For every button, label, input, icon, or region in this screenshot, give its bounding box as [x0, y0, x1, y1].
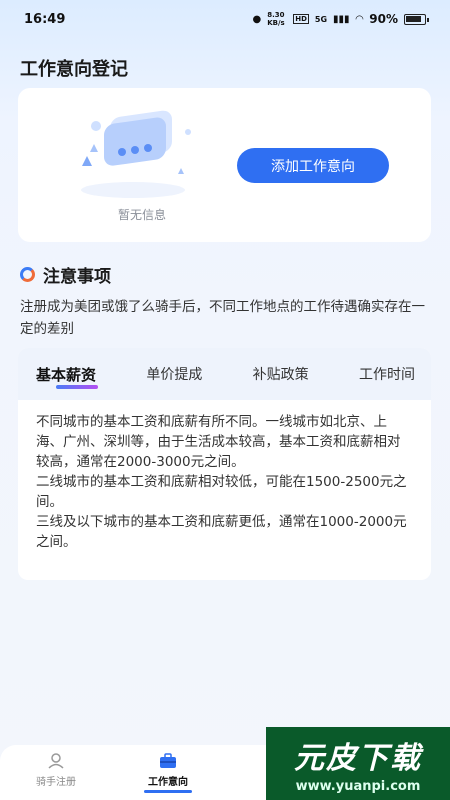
notice-description: 注册成为美团或饿了么骑手后，不同工作地点的工作待遇确实存在一定的差别: [20, 299, 425, 337]
nav-item-work-intent[interactable]: 工作意向: [112, 745, 224, 800]
tab-unit-commission[interactable]: 单价提成: [146, 364, 202, 384]
watermark-main: 元皮下载: [294, 741, 422, 776]
ring-icon: [20, 267, 35, 282]
signal-label: 5G: [314, 14, 328, 24]
status-icons: ● 8.30 KB/s HD 5G ▮▮▮ ◠ 90%: [252, 11, 429, 27]
add-work-intent-button[interactable]: 添加工作意向: [237, 148, 389, 183]
active-nav-indicator: [144, 790, 192, 793]
battery-percent: 90%: [369, 12, 398, 26]
content-paragraph: 不同城市的基本工资和底薪有所不同。一线城市如北京、上海、广州、深圳等，由于生活成…: [36, 414, 401, 470]
nav-label: 工作意向: [148, 777, 188, 788]
wifi-icon: ◠: [355, 13, 364, 25]
tabs-bar: 基本薪资 单价提成 补贴政策 工作时间: [18, 348, 431, 400]
net-speed: 8.30 KB/s: [267, 11, 285, 27]
tab-label: 基本薪资: [36, 365, 97, 384]
watermark-logo: 元皮下载 www.yuanpi.com: [266, 727, 450, 800]
tab-basic-salary[interactable]: 基本薪资: [36, 364, 98, 389]
nav-label: 骑手注册: [36, 777, 76, 788]
nav-item-rider-register[interactable]: 骑手注册: [0, 745, 112, 800]
tab-subsidy-policy[interactable]: 补贴政策: [253, 364, 309, 384]
status-bar: 16:49 ● 8.30 KB/s HD 5G ▮▮▮ ◠ 90%: [0, 0, 450, 38]
hd-badge: HD: [293, 14, 309, 24]
notice-title: 注意事项: [43, 267, 111, 287]
briefcase-icon: [160, 753, 176, 768]
tab-work-hours[interactable]: 工作时间: [359, 364, 415, 384]
salary-info-card: 基本薪资 单价提成 补贴政策 工作时间 不同城市的基本工资和底薪有所不同。一线城…: [18, 348, 431, 580]
notice-header: 注意事项: [20, 262, 111, 287]
content-paragraph: 二线城市的基本工资和底薪相对较低，可能在1500-2500元之间。: [36, 474, 407, 510]
tab-content: 不同城市的基本工资和底薪有所不同。一线城市如北京、上海、广州、深圳等，由于生活成…: [18, 400, 431, 552]
active-tab-indicator: [56, 384, 98, 389]
content-paragraph: 三线及以下城市的基本工资和底薪更低，通常在1000-2000元之间。: [36, 514, 407, 550]
signal-icon: ▮▮▮: [333, 13, 350, 25]
watermark-url: www.yuanpi.com: [295, 779, 421, 794]
status-time: 16:49: [24, 11, 66, 27]
location-icon: ●: [252, 13, 262, 25]
intent-card: 暂无信息 添加工作意向: [18, 88, 431, 242]
battery-icon: [404, 13, 429, 25]
page-title: 工作意向登记: [20, 59, 128, 80]
empty-chat-illustration-icon: [81, 110, 191, 198]
rider-icon: [48, 753, 64, 769]
empty-state-text: 暂无信息: [117, 208, 166, 222]
